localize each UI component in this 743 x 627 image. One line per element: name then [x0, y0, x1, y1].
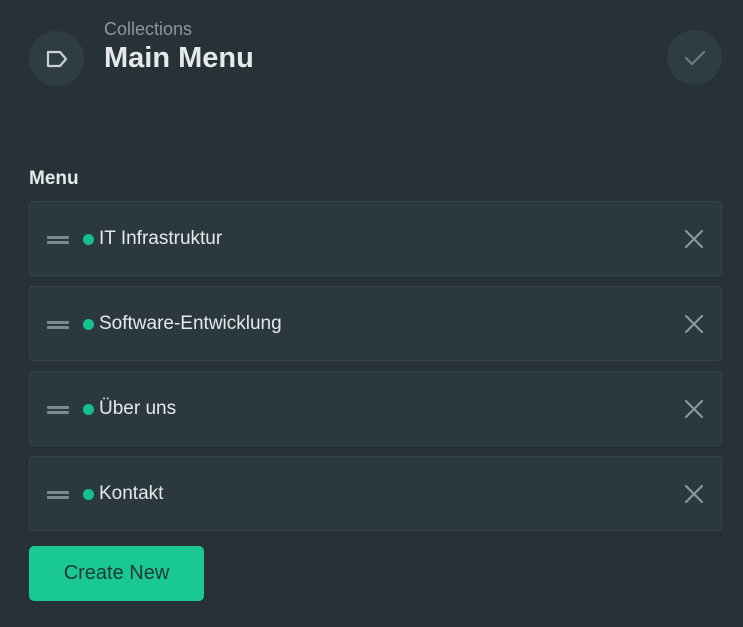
- list-item[interactable]: IT Infrastruktur: [29, 201, 722, 276]
- remove-button[interactable]: [681, 481, 707, 507]
- status-dot: [83, 234, 94, 245]
- page: Collections Main Menu Menu IT Infrastruk…: [0, 0, 743, 627]
- close-icon: [684, 484, 704, 504]
- save-button[interactable]: [667, 30, 722, 85]
- menu-list: IT Infrastruktur Software-Entwicklung Üb…: [29, 201, 722, 541]
- drag-handle-icon[interactable]: [47, 491, 69, 499]
- item-label: Software-Entwicklung: [99, 313, 282, 334]
- drag-handle-icon[interactable]: [47, 321, 69, 329]
- list-item[interactable]: Kontakt: [29, 456, 722, 531]
- close-icon: [684, 399, 704, 419]
- status-dot: [83, 404, 94, 415]
- close-icon: [684, 314, 704, 334]
- item-label: Kontakt: [99, 483, 164, 504]
- tag-icon: [29, 31, 84, 86]
- status-dot: [83, 489, 94, 500]
- page-title: Main Menu: [104, 42, 254, 74]
- list-item[interactable]: Software-Entwicklung: [29, 286, 722, 361]
- drag-handle-icon[interactable]: [47, 406, 69, 414]
- list-item[interactable]: Über uns: [29, 371, 722, 446]
- drag-handle-icon[interactable]: [47, 236, 69, 244]
- field-label: Menu: [29, 168, 79, 189]
- remove-button[interactable]: [681, 226, 707, 252]
- item-label: IT Infrastruktur: [99, 228, 223, 249]
- remove-button[interactable]: [681, 396, 707, 422]
- close-icon: [684, 229, 704, 249]
- status-dot: [83, 319, 94, 330]
- header: Collections Main Menu: [104, 18, 254, 75]
- breadcrumb[interactable]: Collections: [104, 18, 254, 40]
- check-icon: [684, 50, 705, 65]
- item-label: Über uns: [99, 398, 177, 419]
- remove-button[interactable]: [681, 311, 707, 337]
- create-new-button[interactable]: Create New: [29, 546, 204, 601]
